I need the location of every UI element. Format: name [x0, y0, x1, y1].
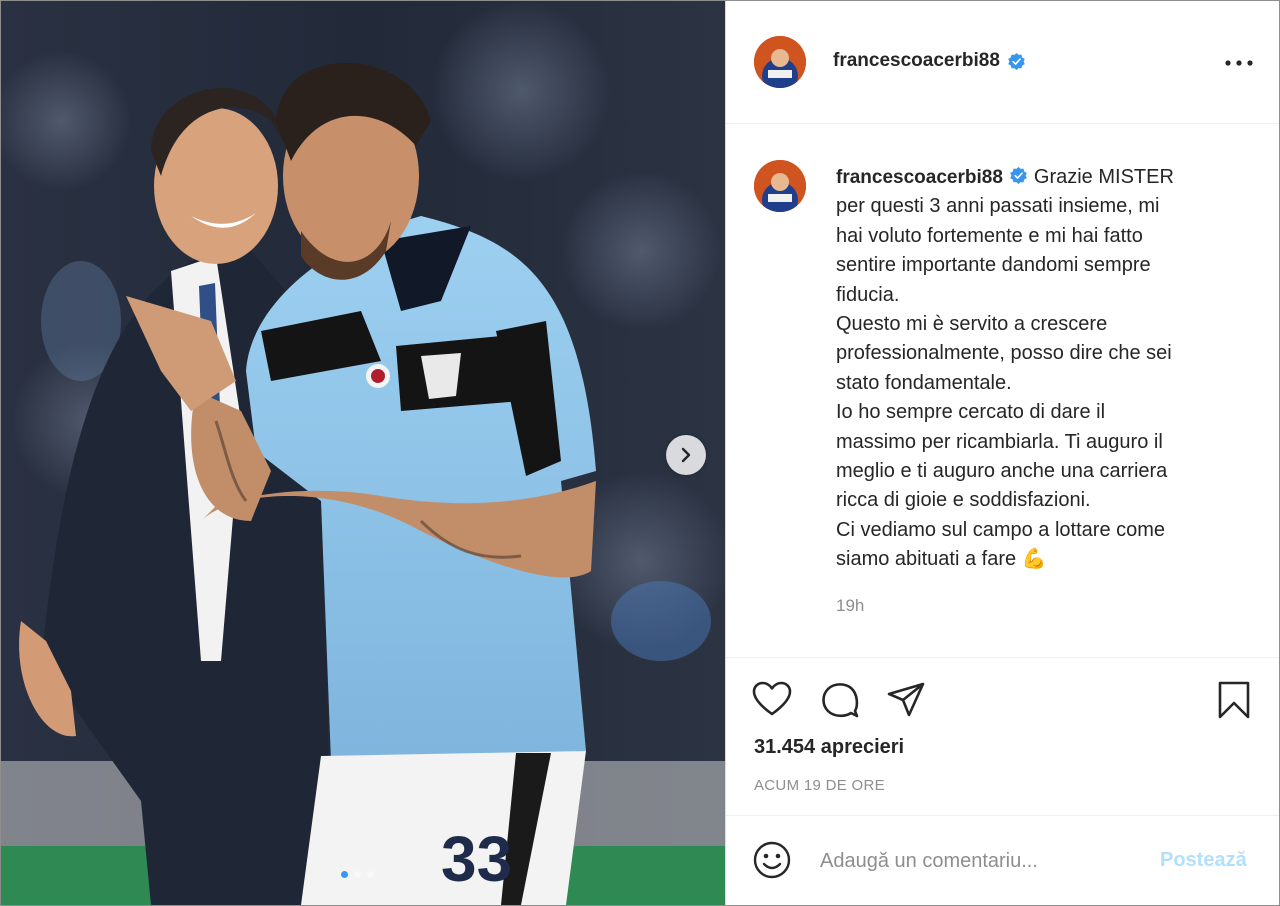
smiley-icon[interactable]: [752, 840, 792, 880]
avatar-image: [754, 36, 806, 88]
post-comment-button[interactable]: Postează: [1160, 849, 1247, 872]
caption-line: siamo abituati a fare 💪: [836, 545, 1236, 574]
post-actions: 31.454 aprecieri ACUM 19 DE ORE: [726, 657, 1279, 816]
post-image: 33: [1, 1, 725, 905]
post-sidebar: francescoacerbi88 francescoacerbi88 Graz…: [725, 1, 1279, 905]
post-caption: francescoacerbi88 Grazie MISTER per quest…: [726, 123, 1279, 657]
verified-badge-icon: [1008, 52, 1025, 70]
post-photo: 33: [1, 1, 725, 905]
caption-line: professionalmente, posso dire che sei: [836, 342, 1172, 365]
header-username[interactable]: francescoacerbi88: [833, 50, 1026, 72]
caption-line: meglio e ti auguro anche una carriera: [836, 460, 1168, 483]
share-button[interactable]: [884, 678, 928, 722]
flexed-biceps-icon: 💪: [1021, 548, 1047, 571]
next-photo-button[interactable]: [666, 435, 706, 475]
comment-bar: Postează: [726, 815, 1279, 905]
caption-timestamp[interactable]: 19h: [836, 596, 864, 616]
caption-line-text: siamo abituati a fare: [836, 548, 1017, 571]
comment-input[interactable]: [818, 842, 1152, 880]
caption-line: sentire importante dandomi sempre: [836, 254, 1151, 277]
caption-line: hai voluto fortemente e mi hai fatto: [836, 224, 1143, 247]
bookmark-icon: [1218, 681, 1250, 719]
caption-line: stato fondamentale.: [836, 371, 1012, 394]
comment-button[interactable]: [818, 678, 862, 722]
caption-line: fiducia.: [836, 283, 900, 306]
username-text[interactable]: francescoacerbi88: [833, 50, 1000, 72]
save-button[interactable]: [1212, 678, 1256, 722]
more-options-icon[interactable]: [1222, 53, 1256, 73]
comment-icon: [822, 683, 859, 718]
caption-line: Questo mi è servito a crescere: [836, 313, 1108, 336]
jersey-number: 33: [441, 823, 512, 895]
post-timestamp[interactable]: ACUM 19 DE ORE: [754, 777, 885, 794]
caption-line-text: Grazie MISTER: [1033, 166, 1174, 188]
instagram-post-modal: 33 francescoacerbi88 francescoacerbi88 G…: [0, 0, 1280, 906]
caption-username[interactable]: francescoacerbi88: [836, 167, 1003, 188]
paper-plane-icon: [887, 682, 925, 717]
carousel-dot: [341, 871, 348, 878]
avatar[interactable]: [754, 36, 806, 88]
caption-line: francescoacerbi88 Grazie MISTER: [836, 163, 1236, 192]
caption-line: ricca di gioie e soddisfazioni.: [836, 489, 1091, 512]
caption-text: francescoacerbi88 Grazie MISTER per quest…: [836, 163, 1236, 575]
caption-avatar[interactable]: [754, 160, 806, 212]
carousel-dot: [367, 871, 374, 878]
verified-badge-icon: [1010, 166, 1027, 185]
caption-line: per questi 3 anni passati insieme, mi: [836, 195, 1160, 218]
chevron-right-icon: [681, 447, 691, 463]
avatar-image: [754, 160, 806, 212]
heart-icon: [752, 681, 792, 716]
caption-line: Io ho sempre cercato di dare il: [836, 401, 1106, 424]
carousel-dot: [354, 871, 361, 878]
caption-line: massimo per ricambiarla. Ti auguro il: [836, 430, 1163, 453]
likes-count[interactable]: 31.454 aprecieri: [754, 736, 904, 759]
carousel-indicator: [341, 871, 374, 878]
post-header: francescoacerbi88: [726, 1, 1279, 124]
caption-line: Ci vediamo sul campo a lottare come: [836, 518, 1166, 541]
like-button[interactable]: [750, 678, 794, 722]
